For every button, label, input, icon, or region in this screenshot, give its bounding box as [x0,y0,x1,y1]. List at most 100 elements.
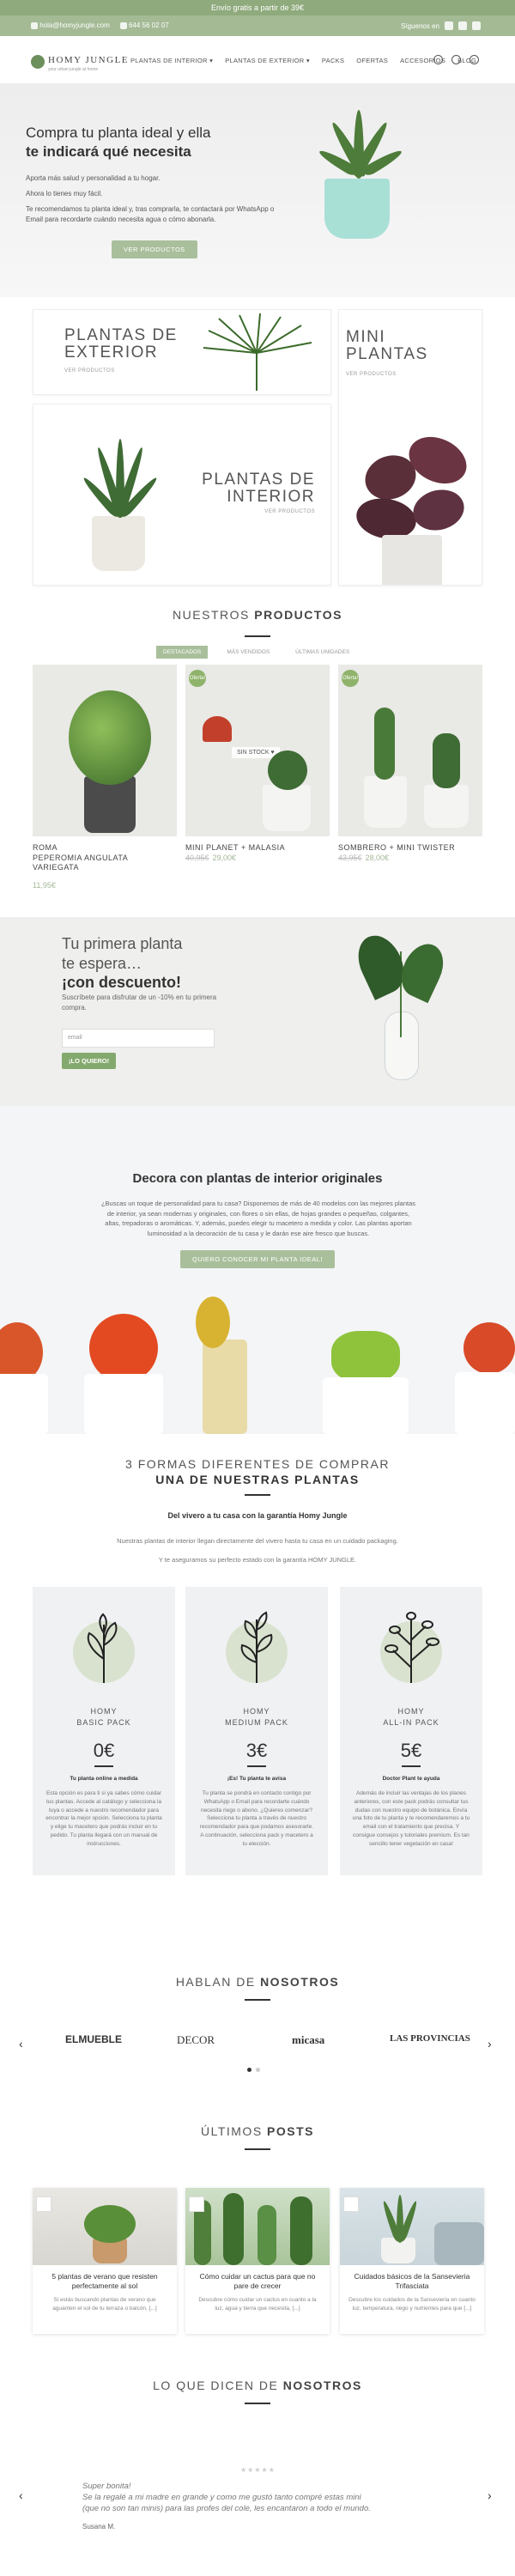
posts-heading-rule [245,2148,270,2150]
posts-heading-bold: POSTS [267,2124,315,2138]
contact-bar: hola@homyjungle.com 644 56 02 07 Sígueno… [0,15,515,36]
product-name-sombrero[interactable]: SOMBRERO + MINI TWISTER [338,843,455,854]
post-title[interactable]: Cómo cuidar un cactus para que no pare d… [192,2272,323,2292]
ways-text-2: Y te aseguramos su perfecto estado con l… [158,1556,357,1564]
pack-price: 0€ [93,1740,115,1761]
posts-heading: ÚLTIMOS POSTS [0,2124,515,2138]
category-exterior-title: PLANTAS DE EXTERIOR [64,327,178,361]
post-card[interactable]: Cuidados básicos de la Sansevieria Trifa… [340,2188,484,2334]
post-date-badge [36,2196,52,2212]
press-logo-las-provincias[interactable]: LAS PROVINCIAS [390,2033,470,2044]
product-image-sombrero[interactable]: Oferta! [338,665,482,836]
old-price: 43,95€ [338,854,362,862]
nav-packs[interactable]: PACKS [322,57,344,64]
post-excerpt: Si estás buscando plantas de verano que … [52,2297,157,2312]
nav-plantas-interior[interactable]: PLANTAS DE INTERIOR ▾ [130,57,213,64]
pack-rule [94,1765,113,1767]
mail-icon [31,21,38,29]
ways-heading: 3 FORMAS DIFERENTES DE COMPRAR UNA DE NU… [0,1456,515,1487]
category-exterior-link[interactable]: VER PRODUCTOS [64,368,115,374]
pack-all-in[interactable]: HOMY ALL-IN PACK 5€ Doctor Plant te ayud… [340,1587,482,1875]
press-next-arrow[interactable]: › [488,2037,492,2050]
email-link[interactable]: hola@homyjungle.com [31,21,110,29]
pack-brand: HOMY [90,1707,118,1716]
testimonials-heading-light: LO QUE DICEN DE [153,2379,283,2392]
hero-text-1: Aporta más salud y personalidad a tu hog… [26,174,161,182]
search-icon[interactable] [433,55,443,64]
pack-price: 5€ [400,1740,422,1761]
ways-heading-1: 3 FORMAS DIFERENTES DE COMPRAR [125,1457,390,1471]
hero-title: Compra tu planta ideal y ella te indicará… [26,124,266,161]
discount-line-2: te espera… [62,954,142,972]
logo-icon [31,55,45,69]
ideal-plant-button[interactable]: QUIERO CONOCER MI PLANTA IDEAL! [180,1250,336,1268]
ways-text-1: Nuestras plantas de interior llegan dire… [117,1537,398,1545]
press-logo-micasa[interactable]: micasa [292,2033,324,2047]
instagram-icon[interactable] [458,21,467,30]
logo[interactable]: HOMY JUNGLE your urban jungle at home [31,52,129,72]
user-icon[interactable] [451,55,461,64]
product-name-roma[interactable]: ROMA PEPEROMIA ANGULATA VARIEGATA [33,843,128,873]
email-field[interactable]: email [62,1029,215,1048]
ways-heading-2: UNA DE NUESTRAS PLANTAS [155,1473,360,1487]
post-title[interactable]: 5 plantas de verano que resisten perfect… [39,2272,170,2292]
post-excerpt: Descubre los cuidados de la Sansevieria … [348,2297,476,2312]
testimonials-heading-bold: NOSOTROS [282,2379,362,2392]
category-interior-link[interactable]: VER PRODUCTOS [264,509,315,514]
cart-icon[interactable] [470,55,479,64]
posts-heading-light: ÚLTIMOS [200,2124,268,2138]
press-logo-elmueble[interactable]: ELMUEBLE [65,2033,122,2045]
category-exterior-title-2: EXTERIOR [64,343,159,361]
tab-destacados[interactable]: DESTACADOS [156,646,209,659]
tab-ultimas-unidades[interactable]: ÚLTIMAS UNIDADES [288,646,356,659]
press-prev-arrow[interactable]: ‹ [19,2037,23,2050]
carousel-dot[interactable] [247,2068,251,2072]
press-heading-rule [245,1999,270,2001]
category-mini-link[interactable]: VER PRODUCTOS [346,372,397,377]
facebook-icon[interactable] [445,21,453,30]
post-card[interactable]: Cómo cuidar un cactus para que no pare d… [185,2188,330,2334]
tab-mas-vendidos[interactable]: MÁS VENDIDOS [220,646,276,659]
products-heading-rule [245,635,270,637]
post-date-badge [189,2196,204,2212]
subscribe-button[interactable]: ¡LO QUIERO! [62,1053,117,1069]
category-interior[interactable]: PLANTAS DE INTERIOR VER PRODUCTOS [33,404,331,586]
pack-basic[interactable]: HOMY BASIC PACK 0€ Tu planta online a me… [33,1587,175,1875]
product-name-mini-planet[interactable]: MINI PLANET + MALASIA [185,843,285,854]
sprout-icon [73,1613,135,1683]
post-card[interactable]: 5 plantas de verano que resisten perfect… [33,2188,177,2334]
category-mini-title: MINI PLANTAS [346,329,428,363]
testimonial-next-arrow[interactable]: › [488,2488,492,2502]
product-image-roma[interactable] [33,665,177,836]
pinterest-icon[interactable] [472,21,481,30]
pack-medium[interactable]: HOMY MEDIUM PACK 3€ ¡Es! Tu planta te av… [185,1587,328,1875]
category-exterior[interactable]: PLANTAS DE EXTERIOR VER PRODUCTOS [33,309,331,395]
testimonial-prev-arrow[interactable]: ‹ [19,2488,23,2502]
pack-brand: HOMY [397,1707,425,1716]
free-shipping-banner: Envío gratis a partir de 39€ [0,0,515,15]
product-image-mini-planet[interactable]: Oferta! SIN STOCK ♥ [185,665,330,836]
phone-link[interactable]: 644 56 02 07 [119,21,169,29]
branch-icon [226,1611,288,1683]
category-mini[interactable]: MINI PLANTAS VER PRODUCTOS [338,309,482,586]
category-interior-title: PLANTAS DE INTERIOR [202,471,315,506]
ways-heading-rule [245,1494,270,1496]
header-icons [433,55,479,64]
category-mini-title-2: PLANTAS [346,344,428,363]
post-title[interactable]: Cuidados básicos de la Sansevieria Trifa… [347,2272,477,2292]
pack-subtitle: Doctor Plant te ayuda [382,1776,440,1782]
nav-plantas-exterior[interactable]: PLANTAS DE EXTERIOR ▾ [225,57,310,64]
phone-text: 644 56 02 07 [128,21,169,29]
logo-tagline: your urban jungle at home [48,67,99,72]
press-logo-decor[interactable]: DECOR [177,2033,215,2047]
price-value: 11,95€ [33,881,56,890]
pack-name: BASIC PACK [76,1718,131,1727]
carousel-dot[interactable] [256,2068,260,2072]
free-shipping-text: Envío gratis a partir de 39€ [210,3,305,12]
hero-products-button[interactable]: VER PRODUCTOS [112,240,197,258]
hero-text-3: Te recomendamos tu planta ideal y, tras … [26,205,275,223]
palm-leaf-image [203,313,312,391]
pack-rule [402,1765,421,1767]
nav-ofertas[interactable]: OFERTAS [356,57,388,64]
discount-line-3: ¡con descuento! [62,974,182,991]
